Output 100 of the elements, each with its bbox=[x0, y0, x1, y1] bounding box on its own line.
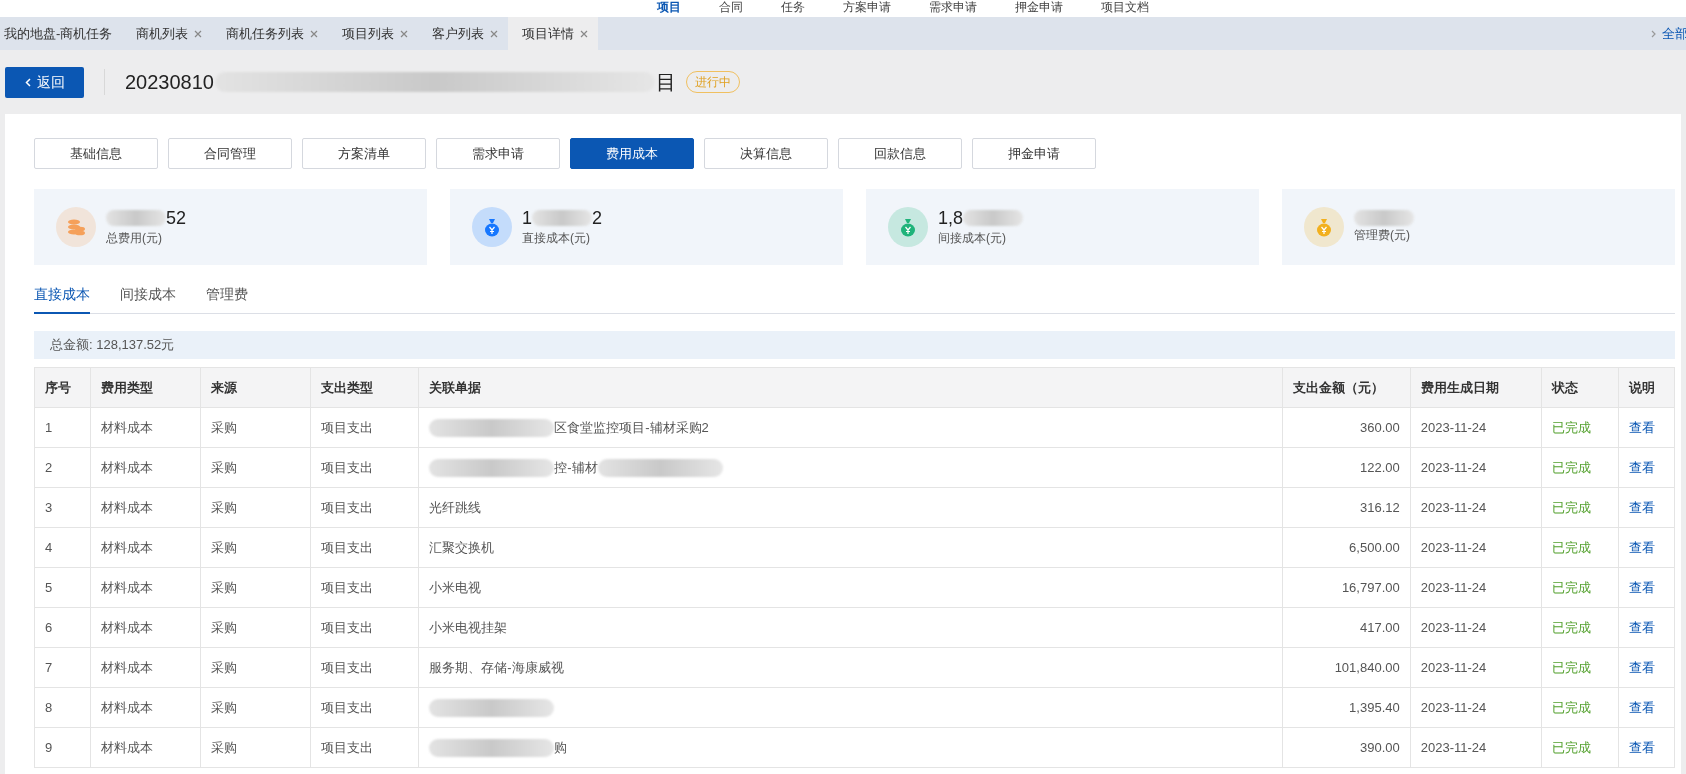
table-cell: 采购 bbox=[200, 607, 311, 648]
stat-label: 总费用(元) bbox=[106, 230, 163, 247]
table-cell: 材料成本 bbox=[90, 407, 201, 448]
close-icon[interactable] bbox=[580, 29, 589, 38]
table-cell: 项目支出 bbox=[310, 647, 419, 688]
back-button[interactable]: 返回 bbox=[5, 66, 84, 98]
tab-label: 项目列表 bbox=[342, 24, 395, 43]
table-cell: 材料成本 bbox=[90, 527, 201, 568]
table-cell: 2023-11-24 bbox=[1410, 687, 1542, 728]
tab-label: 商机列表 bbox=[136, 24, 189, 43]
nav-link[interactable]: 合同 bbox=[719, 0, 743, 17]
nav-link[interactable]: 项目文档 bbox=[1101, 0, 1149, 17]
section-tab[interactable]: 基础信息 bbox=[34, 138, 158, 169]
cost-tab[interactable]: 直接成本 bbox=[34, 277, 90, 314]
table-cell: 项目支出 bbox=[310, 407, 419, 448]
column-header: 说明 bbox=[1618, 367, 1675, 408]
status-text: 已完成 bbox=[1541, 527, 1619, 568]
page-tab[interactable]: 项目列表 bbox=[328, 17, 419, 50]
table-cell: 6 bbox=[34, 607, 91, 648]
column-header: 序号 bbox=[34, 367, 91, 408]
table-cell: 采购 bbox=[200, 647, 311, 688]
view-link[interactable]: 查看 bbox=[1629, 539, 1656, 555]
text-fragment: 2 bbox=[592, 207, 603, 229]
cost-tab[interactable]: 间接成本 bbox=[120, 277, 176, 314]
table-cell: 2023-11-24 bbox=[1410, 447, 1542, 488]
table-cell: 7 bbox=[34, 647, 91, 688]
text-fragment: 汇聚交换机 bbox=[429, 538, 495, 557]
section-tab[interactable]: 决算信息 bbox=[704, 138, 828, 169]
text-fragment: 52 bbox=[166, 207, 187, 229]
close-icon[interactable] bbox=[400, 29, 409, 38]
column-header: 费用生成日期 bbox=[1410, 367, 1542, 408]
table-cell: 项目支出 bbox=[310, 447, 419, 488]
table-cell: 采购 bbox=[200, 447, 311, 488]
table-cell: 项目支出 bbox=[310, 607, 419, 648]
blurred-text bbox=[532, 210, 592, 226]
section-tab[interactable]: 需求申请 bbox=[436, 138, 560, 169]
table-cell: 2023-11-24 bbox=[1410, 607, 1542, 648]
nav-link[interactable]: 需求申请 bbox=[929, 0, 977, 17]
table-cell: 项目支出 bbox=[310, 527, 419, 568]
table-cell: 采购 bbox=[200, 487, 311, 528]
section-tab[interactable]: 费用成本 bbox=[570, 138, 694, 169]
section-tab[interactable]: 方案清单 bbox=[302, 138, 426, 169]
table-cell: 采购 bbox=[200, 567, 311, 608]
view-link[interactable]: 查看 bbox=[1629, 499, 1656, 515]
view-link[interactable]: 查看 bbox=[1629, 579, 1656, 595]
section-tab[interactable]: 回款信息 bbox=[838, 138, 962, 169]
close-icon[interactable] bbox=[194, 29, 203, 38]
table-cell: 390.00 bbox=[1282, 727, 1411, 768]
table-cell: 采购 bbox=[200, 687, 311, 728]
cost-tab[interactable]: 管理费 bbox=[206, 277, 248, 314]
status-text: 已完成 bbox=[1541, 567, 1619, 608]
close-icon[interactable] bbox=[490, 29, 499, 38]
text-fragment: 20230810 bbox=[125, 70, 214, 95]
view-link[interactable]: 查看 bbox=[1629, 659, 1656, 675]
section-tab[interactable]: 押金申请 bbox=[972, 138, 1096, 169]
nav-link[interactable]: 项目 bbox=[657, 0, 681, 17]
table-cell: 9 bbox=[34, 727, 91, 768]
chevron-icon bbox=[1651, 29, 1656, 38]
page-tab[interactable]: 我的地盘-商机任务 bbox=[0, 17, 123, 50]
chevron-left-icon bbox=[24, 77, 31, 87]
view-link[interactable]: 查看 bbox=[1629, 739, 1656, 755]
text-fragment: 小米电视挂架 bbox=[429, 618, 508, 637]
status-text: 已完成 bbox=[1541, 727, 1619, 768]
view-link[interactable]: 查看 bbox=[1629, 699, 1656, 715]
column-header: 关联单据 bbox=[418, 367, 1283, 408]
view-link[interactable]: 查看 bbox=[1629, 459, 1656, 475]
table-cell: 6,500.00 bbox=[1282, 527, 1411, 568]
status-text: 已完成 bbox=[1541, 607, 1619, 648]
page-tab[interactable]: 商机任务列表 bbox=[212, 17, 329, 50]
table-cell: 材料成本 bbox=[90, 487, 201, 528]
status-text: 已完成 bbox=[1541, 647, 1619, 688]
table-cell: 材料成本 bbox=[90, 567, 201, 608]
text-fragment: 目 bbox=[656, 70, 676, 95]
table-cell: 项目支出 bbox=[310, 567, 419, 608]
blurred-text bbox=[1354, 210, 1414, 226]
table-cell: 101,840.00 bbox=[1282, 647, 1411, 688]
page-tab[interactable]: 商机列表 bbox=[122, 17, 213, 50]
page-tab[interactable]: 客户列表 bbox=[418, 17, 509, 50]
section-tab[interactable]: 合同管理 bbox=[168, 138, 292, 169]
stat-label: 管理费(元) bbox=[1354, 227, 1411, 244]
tab-label: 客户列表 bbox=[432, 24, 485, 43]
table-cell: 2023-11-24 bbox=[1410, 647, 1542, 688]
nav-link[interactable]: 任务 bbox=[781, 0, 805, 17]
nav-link[interactable]: 押金申请 bbox=[1015, 0, 1063, 17]
page-tab[interactable]: 项目详情 bbox=[508, 17, 599, 50]
blurred-text bbox=[963, 210, 1024, 226]
blurred-text bbox=[106, 210, 166, 226]
tab-label: 我的地盘-商机任务 bbox=[4, 24, 113, 43]
nav-link[interactable]: 方案申请 bbox=[843, 0, 891, 17]
table-cell: 417.00 bbox=[1282, 607, 1411, 648]
text-fragment: 区食堂监控项目-辅材采购2 bbox=[554, 418, 709, 437]
view-link[interactable]: 查看 bbox=[1629, 619, 1656, 635]
text-fragment: 小米电视 bbox=[429, 578, 482, 597]
table-cell: 材料成本 bbox=[90, 607, 201, 648]
table-cell: 360.00 bbox=[1282, 407, 1411, 448]
table-cell: 2023-11-24 bbox=[1410, 527, 1542, 568]
table-cell: 316.12 bbox=[1282, 487, 1411, 528]
table-cell: 采购 bbox=[200, 407, 311, 448]
close-icon[interactable] bbox=[310, 29, 319, 38]
view-link[interactable]: 查看 bbox=[1629, 419, 1656, 435]
